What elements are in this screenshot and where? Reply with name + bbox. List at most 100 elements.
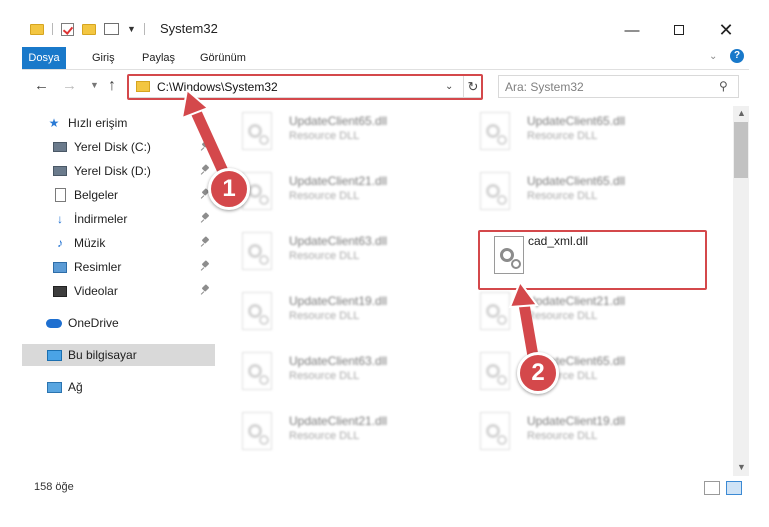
- star-icon: ★: [48, 116, 60, 130]
- minimize-button[interactable]: —: [609, 19, 655, 41]
- file-name: UpdateClient19.dll: [289, 294, 388, 308]
- customize-icon[interactable]: [104, 23, 119, 35]
- vertical-scrollbar[interactable]: ▲ ▼: [733, 106, 749, 476]
- maximize-button[interactable]: [656, 19, 702, 41]
- file-type: Resource DLL: [289, 250, 360, 262]
- file-name: UpdateClient65.dll: [289, 114, 388, 128]
- this-pc-icon: [46, 348, 62, 362]
- tab-view[interactable]: Görünüm: [192, 47, 254, 69]
- large-icons-view-icon[interactable]: [726, 481, 742, 495]
- downloads-icon: ↓: [57, 212, 63, 226]
- sidebar-item-network[interactable]: Ağ: [22, 376, 215, 398]
- address-highlight-box: [127, 74, 483, 100]
- file-type: Resource DLL: [289, 430, 360, 442]
- file-type: Resource DLL: [527, 310, 598, 322]
- file-tile[interactable]: UpdateClient19.dll Resource DLL: [230, 286, 460, 336]
- file-type: Resource DLL: [527, 430, 598, 442]
- dll-file-icon: [242, 352, 272, 390]
- details-view-icon[interactable]: [704, 481, 720, 495]
- recent-locations-icon[interactable]: ▼: [90, 80, 99, 90]
- sidebar-item-local-disk-d[interactable]: Yerel Disk (D:): [22, 160, 215, 182]
- onedrive-icon: [46, 316, 62, 330]
- up-arrow-icon[interactable]: ↑: [108, 77, 116, 95]
- file-tile[interactable]: UpdateClient21.dll Resource DLL: [230, 166, 460, 216]
- forward-arrow-icon[interactable]: →: [62, 77, 77, 94]
- file-tile[interactable]: UpdateClient65.dll Resource DLL: [468, 346, 698, 396]
- close-button[interactable]: ✕: [703, 19, 749, 41]
- sidebar-item-label: Yerel Disk (D:): [74, 164, 151, 178]
- properties-check-icon[interactable]: [61, 22, 74, 36]
- file-tile[interactable]: UpdateClient63.dll Resource DLL: [230, 346, 460, 396]
- file-tile[interactable]: UpdateClient21.dll Resource DLL: [230, 406, 460, 456]
- search-box[interactable]: Ara: System32 ⚲: [498, 75, 739, 98]
- sidebar-item-videos[interactable]: Videolar: [22, 280, 215, 302]
- file-name: UpdateClient19.dll: [527, 414, 626, 428]
- file-type: Resource DLL: [527, 190, 598, 202]
- file-tile[interactable]: UpdateClient21.dll Resource DLL: [468, 286, 698, 336]
- item-count: 158 öğe: [34, 481, 74, 493]
- sidebar-item-label: Hızlı erişim: [68, 116, 128, 130]
- scroll-down-icon[interactable]: ▼: [737, 462, 746, 472]
- sidebar-item-pictures[interactable]: Resimler: [22, 256, 215, 278]
- sidebar-item-this-pc[interactable]: Bu bilgisayar: [22, 344, 215, 366]
- sidebar-item-music[interactable]: ♪ Müzik: [22, 232, 215, 254]
- sidebar-item-downloads[interactable]: ↓ İndirmeler: [22, 208, 215, 230]
- file-tile[interactable]: UpdateClient65.dll Resource DLL: [468, 106, 698, 156]
- file-type: Resource DLL: [289, 130, 360, 142]
- ribbon-expand-icon[interactable]: ⌄: [709, 51, 717, 62]
- tab-home[interactable]: Giriş: [84, 47, 123, 69]
- pin-icon: [201, 213, 209, 223]
- file-tile[interactable]: UpdateClient65.dll Resource DLL: [468, 166, 698, 216]
- help-icon[interactable]: ?: [730, 49, 744, 63]
- file-name: UpdateClient21.dll: [289, 414, 388, 428]
- dll-file-icon: [480, 292, 510, 330]
- tab-file[interactable]: Dosya: [22, 47, 66, 69]
- sidebar-item-label: Bu bilgisayar: [68, 348, 137, 362]
- dll-file-icon: [242, 232, 272, 270]
- videos-icon: [52, 284, 68, 298]
- scrollbar-thumb[interactable]: [734, 122, 748, 178]
- window-title: System32: [160, 21, 218, 36]
- file-name: UpdateClient65.dll: [527, 114, 626, 128]
- music-icon: ♪: [57, 236, 63, 250]
- qat-dropdown-icon[interactable]: ▼: [127, 24, 136, 34]
- dll-file-icon: [480, 172, 510, 210]
- sidebar-item-documents[interactable]: Belgeler: [22, 184, 215, 206]
- dll-file-icon: [242, 292, 272, 330]
- maximize-icon: [674, 25, 684, 35]
- file-name: UpdateClient21.dll: [289, 174, 388, 188]
- search-icon[interactable]: ⚲: [719, 79, 728, 93]
- file-name: UpdateClient65.dll: [527, 174, 626, 188]
- folder-icon: [30, 23, 44, 35]
- back-arrow-icon[interactable]: ←: [34, 77, 49, 94]
- sidebar-item-onedrive[interactable]: OneDrive: [22, 312, 215, 334]
- sidebar-item-label: İndirmeler: [74, 212, 128, 226]
- scroll-up-icon[interactable]: ▲: [737, 108, 746, 118]
- dll-file-icon: [242, 412, 272, 450]
- sidebar-item-label: Belgeler: [74, 188, 119, 202]
- navigation-pane: ★ Hızlı erişim Yerel Disk (C:) Yerel Dis…: [22, 106, 215, 476]
- pictures-icon: [52, 260, 68, 274]
- sidebar-item-label: Müzik: [74, 236, 106, 250]
- file-tile[interactable]: UpdateClient19.dll Resource DLL: [468, 406, 698, 456]
- network-icon: [46, 380, 62, 394]
- file-type: Resource DLL: [289, 190, 360, 202]
- file-type: Resource DLL: [289, 310, 360, 322]
- dll-file-icon: [480, 112, 510, 150]
- status-bar: 158 öğe: [22, 478, 749, 498]
- pin-icon: [201, 165, 209, 175]
- file-name: UpdateClient63.dll: [289, 234, 388, 248]
- file-tile[interactable]: UpdateClient63.dll Resource DLL: [230, 226, 460, 276]
- search-input[interactable]: Ara: System32: [505, 80, 584, 94]
- new-folder-icon[interactable]: [82, 23, 96, 35]
- file-tile[interactable]: UpdateClient65.dll Resource DLL: [230, 106, 460, 156]
- dll-file-icon: [242, 112, 272, 150]
- sidebar-item-local-disk-c[interactable]: Yerel Disk (C:): [22, 136, 215, 158]
- file-highlight-box: [478, 230, 707, 290]
- step-marker-2: 2: [517, 352, 559, 394]
- sidebar-item-label: Ağ: [68, 380, 83, 394]
- tab-share[interactable]: Paylaş: [134, 47, 183, 69]
- sidebar-item-quick-access[interactable]: ★ Hızlı erişim: [22, 112, 215, 134]
- dll-file-icon: [480, 412, 510, 450]
- sidebar-item-label: Videolar: [74, 284, 118, 298]
